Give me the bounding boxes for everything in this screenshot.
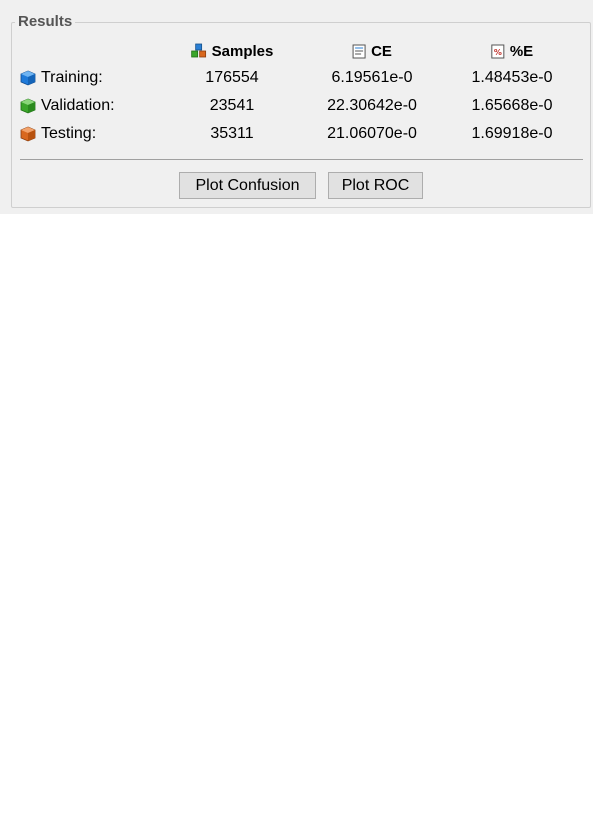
column-label-pe: %E: [509, 42, 534, 60]
green-cube-icon: [20, 98, 36, 114]
svg-text:%: %: [494, 48, 502, 57]
plot-roc-button[interactable]: Plot ROC: [328, 172, 423, 199]
row-label-text: Training:: [41, 69, 103, 86]
row-label-testing: Testing:: [20, 124, 96, 144]
validation-percent-error: 1.65668e-0: [471, 97, 553, 114]
results-panel: Results Samples CE % %E Training: 176554…: [0, 0, 593, 214]
column-label-ce: CE: [371, 42, 392, 60]
validation-ce: 22.30642e-0: [327, 97, 417, 114]
row-label-text: Testing:: [41, 125, 97, 142]
column-header-samples: Samples: [191, 41, 274, 61]
testing-percent-error: 1.69918e-0: [471, 125, 553, 142]
results-title: Results: [15, 13, 76, 31]
training-samples: 176554: [205, 69, 259, 86]
cubes-icon: [191, 43, 207, 59]
divider: [20, 159, 583, 160]
plot-confusion-button[interactable]: Plot Confusion: [179, 172, 316, 199]
column-label-samples: Samples: [211, 42, 274, 60]
percent-icon: %: [491, 44, 505, 59]
column-header-pe: % %E: [491, 41, 533, 61]
training-ce: 6.19561e-0: [331, 69, 413, 86]
orange-cube-icon: [20, 126, 36, 142]
testing-ce: 21.06070e-0: [327, 125, 417, 142]
validation-samples: 23541: [209, 97, 255, 114]
document-icon: [352, 44, 366, 59]
row-label-text: Validation:: [41, 97, 115, 114]
row-label-training: Training:: [20, 68, 103, 88]
blue-cube-icon: [20, 70, 36, 86]
row-label-validation: Validation:: [20, 96, 115, 116]
column-header-ce: CE: [352, 41, 392, 61]
training-percent-error: 1.48453e-0: [471, 69, 553, 86]
testing-samples: 35311: [210, 125, 254, 142]
